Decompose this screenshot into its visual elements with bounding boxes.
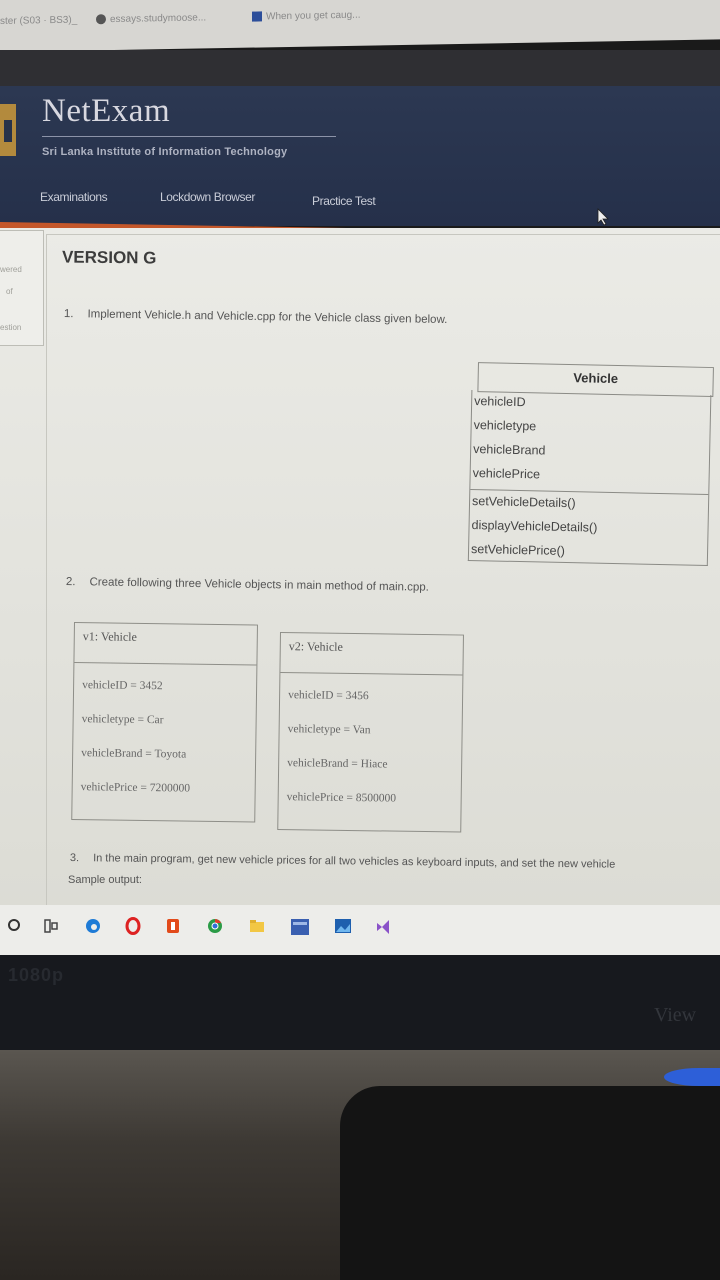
class-attribute: vehicletype <box>473 418 537 434</box>
object-field: vehicletype = Van <box>287 723 371 737</box>
object-field: vehicleID = 3456 <box>288 689 369 703</box>
browser-tab[interactable]: essays.studymoose... <box>96 12 206 25</box>
nav-practice-test[interactable]: Practice Test <box>312 194 376 208</box>
class-attribute: vehicleBrand <box>473 442 546 458</box>
object-field: vehiclePrice = 7200000 <box>80 781 191 795</box>
edge-icon[interactable] <box>84 917 102 935</box>
status-fragment: wered <box>0 265 22 274</box>
monitor-brand: View <box>654 1004 697 1026</box>
object-box-v1: v1: Vehicle vehicleID = 3452 vehicletype… <box>71 622 258 823</box>
vehicle-class-diagram: Vehicle vehicleID vehicletype vehicleBra… <box>467 362 714 567</box>
browser-tab[interactable]: ster (S03 · BS3)_ <box>0 15 77 27</box>
browser-tab-strip: ster (S03 · BS3)_ essays.studymoose... W… <box>0 0 720 53</box>
search-icon[interactable] <box>6 917 24 935</box>
chrome-icon[interactable] <box>206 917 224 935</box>
monitor-bezel <box>0 955 720 1050</box>
question-number: 3. <box>69 852 80 865</box>
object-field: vehicleBrand = Toyota <box>81 747 187 761</box>
class-attribute: vehicleID <box>474 394 526 410</box>
object-field: vehiclePrice = 8500000 <box>286 791 397 805</box>
brand-title: NetExam <box>42 93 171 129</box>
globe-icon <box>96 14 106 25</box>
browser-tab[interactable]: When you get caug... <box>252 10 361 23</box>
class-method: displayVehicleDetails() <box>471 518 598 535</box>
resolution-logo: 1080p <box>8 965 65 985</box>
sample-output-label: Sample output: <box>68 874 142 886</box>
object-title: v1: Vehicle <box>74 623 257 666</box>
class-method: setVehicleDetails() <box>471 494 576 511</box>
version-title: VERSION G <box>61 247 157 268</box>
logo-icon <box>0 104 16 156</box>
object-field: vehicletype = Car <box>81 713 164 727</box>
class-body: vehicleID vehicletype vehicleBrand vehic… <box>467 389 712 566</box>
photos-icon[interactable] <box>334 917 352 935</box>
object-box-v2: v2: Vehicle vehicleID = 3456 vehicletype… <box>277 632 464 833</box>
object-title: v2: Vehicle <box>280 633 463 676</box>
nav-lockdown-browser[interactable]: Lockdown Browser <box>160 190 255 204</box>
brand-divider <box>42 136 336 137</box>
question-status-panel: wered of estion <box>0 230 44 346</box>
question-number: 2. <box>65 576 76 589</box>
nav-examinations[interactable]: Examinations <box>40 190 108 204</box>
task-view-icon[interactable] <box>42 917 60 935</box>
class-attribute: vehiclePrice <box>472 466 541 482</box>
brand-subtitle: Sri Lanka Institute of Information Techn… <box>42 146 288 158</box>
desk-object <box>340 1086 720 1280</box>
question-number: 1. <box>63 308 74 321</box>
opera-icon[interactable] <box>124 917 142 935</box>
status-fragment: estion <box>0 323 22 332</box>
netexam-app-icon[interactable] <box>290 917 310 937</box>
office-icon[interactable] <box>164 917 182 935</box>
file-explorer-icon[interactable] <box>248 917 266 935</box>
object-field: vehicleID = 3452 <box>82 679 163 693</box>
visual-studio-icon[interactable] <box>374 917 392 935</box>
page-icon <box>252 11 262 22</box>
status-fragment: of <box>6 287 13 296</box>
mouse-cursor-icon <box>597 208 609 226</box>
windows-taskbar <box>0 905 720 955</box>
object-field: vehicleBrand = Hiace <box>287 757 388 771</box>
